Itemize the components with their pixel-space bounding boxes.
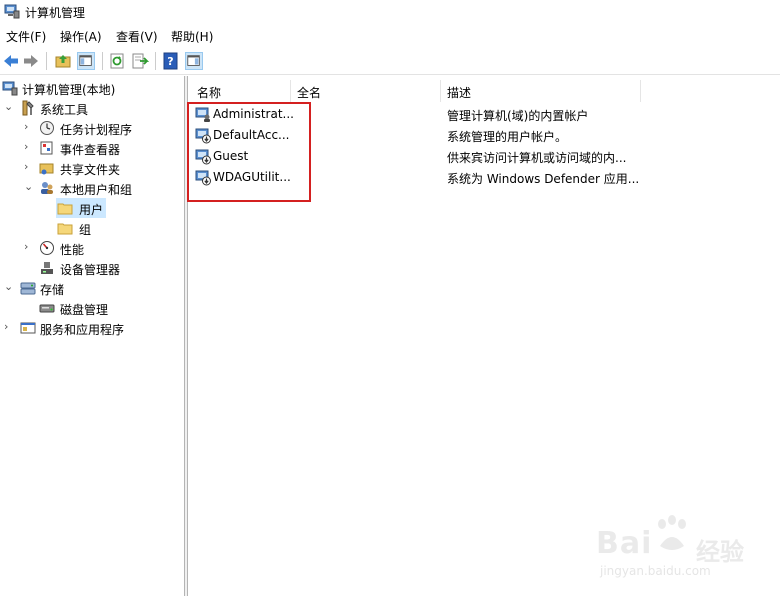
watermark-brand: Bai <box>596 526 653 561</box>
tree-label: 组 <box>79 223 92 237</box>
user-description: 系统管理的用户帐户。 <box>447 130 568 144</box>
chevron-right-icon[interactable]: › <box>24 120 34 134</box>
watermark-url: jingyan.baidu.com <box>600 564 711 578</box>
menu-bar: 文件(F) 操作(A) 查看(V) 帮助(H) <box>0 26 780 46</box>
tree-node-event-viewer[interactable]: › 事件查看器 <box>0 138 184 158</box>
tree-node-device-manager[interactable]: 设备管理器 <box>0 258 184 278</box>
tree-label: 存储 <box>40 283 65 297</box>
tree-node-system-tools[interactable]: ⌄ 系统工具 <box>0 98 184 118</box>
clock-icon <box>40 121 54 135</box>
list-header: 名称 全名 描述 <box>189 80 780 102</box>
folder-icon <box>57 203 73 215</box>
back-arrow-icon[interactable] <box>2 52 20 70</box>
tools-icon <box>22 100 34 116</box>
tree-node-users[interactable]: 用户 <box>0 198 184 218</box>
toolbar-separator <box>46 52 47 70</box>
title-bar: 计算机管理 <box>0 0 780 24</box>
chevron-right-icon[interactable]: › <box>24 160 34 174</box>
tree-label: 计算机管理(本地) <box>22 83 116 97</box>
toolbar-separator <box>155 52 156 70</box>
watermark-brand-cn: 经验 <box>696 538 744 566</box>
chevron-down-icon[interactable]: ⌄ <box>24 180 34 194</box>
show-hide-console-tree-icon[interactable] <box>77 52 95 70</box>
paw-logo-icon <box>658 515 686 550</box>
help-icon[interactable]: ? <box>162 52 180 70</box>
column-divider[interactable] <box>640 80 641 102</box>
disk-icon <box>39 304 55 313</box>
refresh-icon[interactable] <box>108 52 126 70</box>
tree-label: 共享文件夹 <box>60 163 121 177</box>
tree-label: 任务计划程序 <box>60 123 133 137</box>
menu-action[interactable]: 操作(A) <box>60 28 102 45</box>
folder-icon <box>57 223 73 235</box>
tree-node-task-scheduler[interactable]: › 任务计划程序 <box>0 118 184 138</box>
tree-label: 事件查看器 <box>60 143 121 157</box>
tree-label: 设备管理器 <box>60 263 121 277</box>
chevron-right-icon[interactable]: › <box>4 320 14 334</box>
tree-node-root[interactable]: 计算机管理(本地) <box>0 78 184 98</box>
tree-node-shared-folders[interactable]: › 共享文件夹 <box>0 158 184 178</box>
column-header-fullname[interactable]: 全名 <box>297 84 321 101</box>
users-group-icon <box>41 182 53 194</box>
console-tree: 计算机管理(本地) ⌄ 系统工具 › 任务计划程序 › 事件查看器 › 共享文件… <box>0 76 184 596</box>
chevron-right-icon[interactable]: › <box>24 140 34 154</box>
tree-label: 系统工具 <box>40 103 89 117</box>
menu-view[interactable]: 查看(V) <box>116 28 158 45</box>
window-title: 计算机管理 <box>25 6 86 20</box>
shared-folder-icon <box>39 163 54 175</box>
export-list-icon[interactable] <box>131 52 149 70</box>
column-divider[interactable] <box>440 80 441 102</box>
tree-node-services-apps[interactable]: › 服务和应用程序 <box>0 318 184 338</box>
computer-management-icon <box>2 81 18 96</box>
toolbar-separator <box>102 52 103 70</box>
tree-label: 本地用户和组 <box>60 183 133 197</box>
chevron-down-icon[interactable]: ⌄ <box>4 280 14 294</box>
tree-label: 性能 <box>60 243 85 257</box>
menu-help[interactable]: 帮助(H) <box>171 28 213 45</box>
menu-file[interactable]: 文件(F) <box>6 28 46 45</box>
computer-management-icon <box>4 4 20 19</box>
device-manager-icon <box>41 262 53 274</box>
tree-label: 磁盘管理 <box>60 303 109 317</box>
forward-arrow-icon[interactable] <box>22 52 40 70</box>
tree-node-disk-management[interactable]: 磁盘管理 <box>0 298 184 318</box>
tree-node-storage[interactable]: ⌄ 存储 <box>0 278 184 298</box>
chevron-down-icon[interactable]: ⌄ <box>4 100 14 114</box>
services-icon <box>20 322 36 334</box>
up-folder-icon[interactable] <box>54 52 72 70</box>
baidu-watermark: Bai 经验 jingyan.baidu.com <box>596 512 776 592</box>
tree-label: 服务和应用程序 <box>40 323 125 337</box>
user-description: 供来宾访问计算机或访问域的内... <box>447 151 627 165</box>
performance-gauge-icon <box>40 241 54 255</box>
tree-node-local-users-groups[interactable]: ⌄ 本地用户和组 <box>0 178 184 198</box>
svg-text:?: ? <box>167 55 173 68</box>
event-log-icon <box>40 141 53 155</box>
action-pane-icon[interactable] <box>185 52 203 70</box>
tree-label: 用户 <box>79 203 104 217</box>
chevron-right-icon[interactable]: › <box>24 240 34 254</box>
storage-icon <box>20 282 36 295</box>
user-description: 管理计算机(域)的内置帐户 <box>447 109 589 123</box>
annotation-highlight-box <box>187 102 311 202</box>
toolbar: ? <box>0 48 780 75</box>
column-divider[interactable] <box>290 80 291 102</box>
column-header-description[interactable]: 描述 <box>447 84 471 101</box>
user-description: 系统为 Windows Defender 应用... <box>447 172 640 186</box>
tree-node-performance[interactable]: › 性能 <box>0 238 184 258</box>
tree-node-groups[interactable]: 组 <box>0 218 184 238</box>
column-header-name[interactable]: 名称 <box>197 84 221 101</box>
